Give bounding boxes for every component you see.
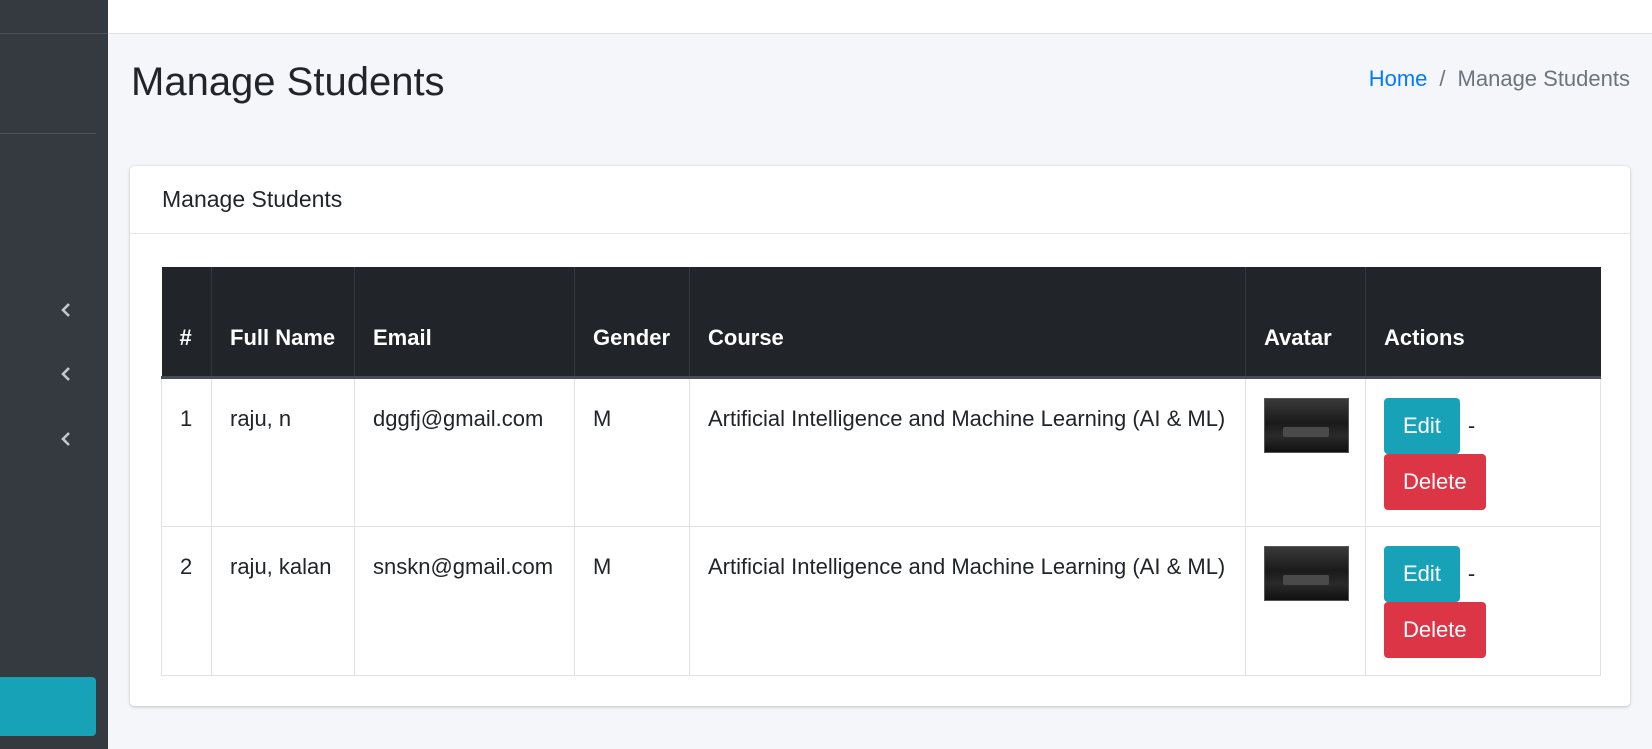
cell-email: snskn@gmail.com (354, 525, 575, 676)
table-row: 1 raju, n dggfj@gmail.com M Artificial I… (161, 376, 1601, 527)
action-separator: - (1467, 560, 1476, 586)
card-title: Manage Students (162, 186, 343, 212)
delete-button[interactable]: Delete (1384, 601, 1486, 658)
students-card: Manage Students # Full Name Email Gender… (130, 166, 1630, 706)
cell-number: 1 (161, 376, 212, 527)
edit-button[interactable]: Edit (1384, 397, 1460, 454)
page-title: Manage Students (131, 60, 445, 104)
cell-course: Artificial Intelligence and Machine Lear… (689, 376, 1246, 527)
cell-gender: M (574, 525, 690, 676)
column-header-full-name: Full Name (211, 267, 355, 379)
table-header-row: # Full Name Email Gender Course Avatar A… (161, 267, 1601, 379)
card-header: Manage Students (130, 166, 1630, 234)
delete-button[interactable]: Delete (1384, 453, 1486, 510)
cell-email: dggfj@gmail.com (354, 376, 575, 527)
avatar (1264, 397, 1349, 453)
cell-course: Artificial Intelligence and Machine Lear… (689, 525, 1246, 676)
breadcrumb: Home / Manage Students (1369, 65, 1630, 93)
breadcrumb-home-link[interactable]: Home (1369, 65, 1428, 93)
avatar (1264, 545, 1349, 601)
cell-gender: M (574, 376, 690, 527)
cell-full-name: raju, n (211, 376, 355, 527)
students-table: # Full Name Email Gender Course Avatar A… (161, 267, 1601, 676)
chevron-left-icon[interactable] (58, 431, 74, 447)
breadcrumb-separator: / (1439, 66, 1446, 91)
column-header-avatar: Avatar (1245, 267, 1366, 379)
breadcrumb-current: Manage Students (1457, 66, 1630, 91)
column-header-gender: Gender (574, 267, 690, 379)
cell-avatar (1245, 525, 1366, 676)
sidebar (0, 0, 108, 749)
sidebar-item-active[interactable] (0, 677, 96, 736)
cell-avatar (1245, 376, 1366, 527)
top-navbar (108, 0, 1652, 34)
cell-full-name: raju, kalan (211, 525, 355, 676)
column-header-actions: Actions (1365, 267, 1601, 379)
sidebar-divider (0, 133, 96, 134)
action-separator: - (1467, 412, 1476, 438)
sidebar-divider (0, 33, 108, 34)
edit-button[interactable]: Edit (1384, 545, 1460, 602)
table-row: 2 raju, kalan snskn@gmail.com M Artifici… (161, 525, 1601, 676)
cell-actions: Edit - Delete (1365, 525, 1601, 676)
students-table-wrap: # Full Name Email Gender Course Avatar A… (161, 267, 1601, 676)
column-header-course: Course (689, 267, 1246, 379)
chevron-left-icon[interactable] (58, 366, 74, 382)
cell-number: 2 (161, 525, 212, 676)
column-header-email: Email (354, 267, 575, 379)
cell-actions: Edit - Delete (1365, 376, 1601, 527)
chevron-left-icon[interactable] (58, 302, 74, 318)
column-header-number: # (161, 267, 212, 379)
